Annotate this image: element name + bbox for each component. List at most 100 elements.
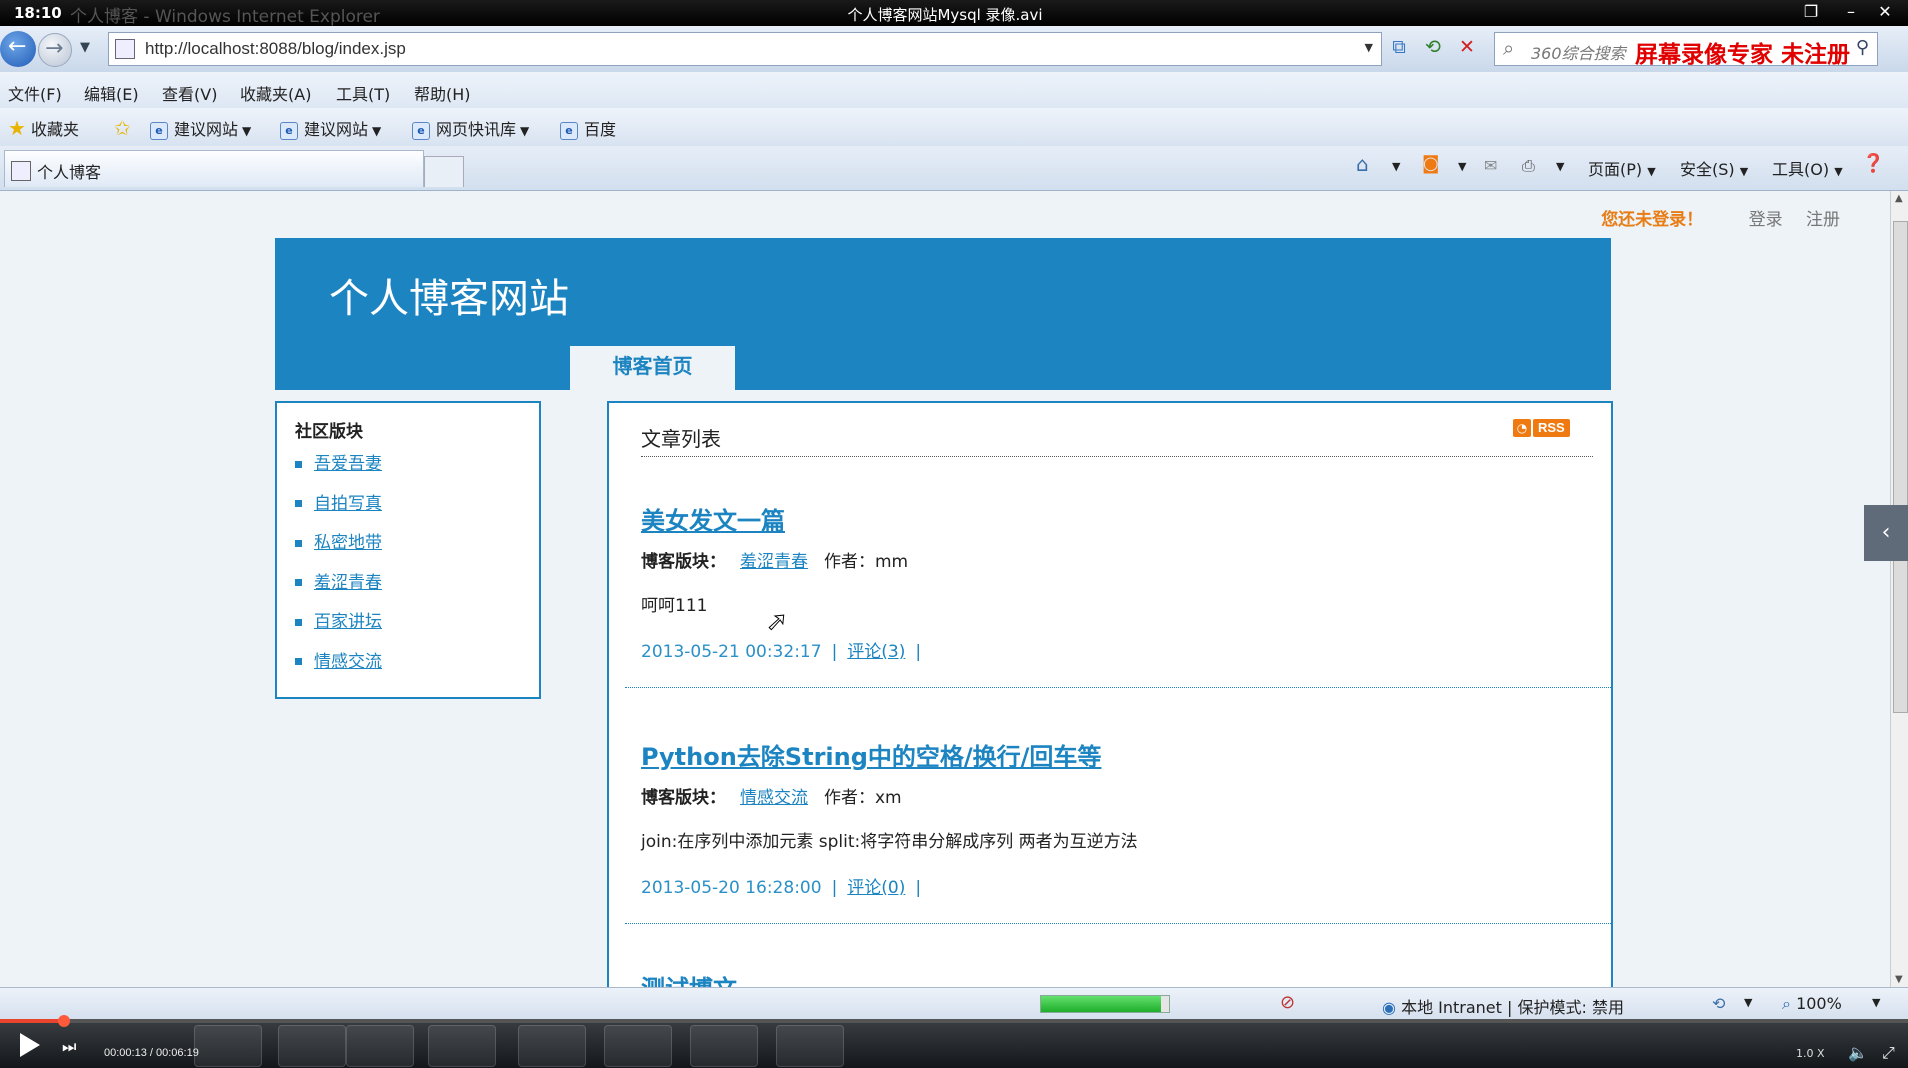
history-dropdown-icon[interactable]: ▼ [80,40,90,55]
forward-button[interactable]: → [38,33,72,67]
ie-icon: e [150,121,168,140]
site-title: 个人博客网站 [329,276,569,322]
compatibility-view-icon[interactable]: ⧉ [1386,34,1412,60]
safety-menu[interactable]: 安全(S) ▼ [1680,156,1748,180]
feeds-icon[interactable]: ◙ [1422,153,1439,174]
fav-item-label: 百度 [584,120,617,139]
player-side-panel-toggle[interactable]: ‹ [1864,505,1908,561]
zoom-dropdown-icon[interactable]: ▼ [1872,996,1880,1009]
register-link[interactable]: 注册 [1806,210,1840,230]
fav-item-suggested-2[interactable]: e 建议网站 ▼ [280,116,381,140]
board-link[interactable]: 羞涩青春 [740,552,808,572]
taskbar-app-icon [604,1025,672,1067]
security-zone[interactable]: ◉ 本地 Intranet | 保护模式: 禁用 [1382,994,1624,1018]
url-text[interactable]: http://localhost:8088/blog/index.jsp [145,39,406,59]
new-tab-button[interactable] [424,156,464,187]
volume-icon[interactable]: 🔈 [1848,1043,1868,1062]
fav-item-webslice[interactable]: e 网页快讯库 ▼ [412,116,529,140]
sidebar-link[interactable]: 羞涩青春 [314,573,382,593]
page-menu[interactable]: 页面(P) ▼ [1588,156,1656,180]
close-icon[interactable]: ✕ [1870,2,1900,24]
feeds-dropdown-icon[interactable]: ▼ [1458,160,1466,173]
tab-personal-blog[interactable]: 个人博客 [4,150,424,187]
comments-link[interactable]: 评论(0) [847,878,905,898]
search-go-icon[interactable]: ⚲ [1856,37,1869,58]
sidebar-link[interactable]: 情感交流 [314,652,382,672]
chevron-down-icon: ▼ [372,124,382,138]
zoom-label: 100% [1796,994,1842,1013]
favorites-button[interactable]: ★ 收藏夹 [8,116,79,140]
chevron-down-icon: ▼ [1647,165,1656,178]
sidebar-link[interactable]: 百家讲坛 [314,612,382,632]
board-link[interactable]: 情感交流 [740,788,808,808]
tools-menu-label: 工具(O) [1772,160,1830,179]
menu-edit[interactable]: 编辑(E) [84,81,139,105]
menu-favorites[interactable]: 收藏夹(A) [240,81,311,105]
menu-help[interactable]: 帮助(H) [414,81,471,105]
protected-mode-icon[interactable]: ⟲ [1712,994,1725,1013]
sidebar-item: 吾爱吾妻 [295,449,382,489]
bullet-icon [295,579,302,586]
stop-icon[interactable]: ✕ [1454,34,1480,60]
board-label: 博客版块： [641,552,726,572]
sidebar-item: 私密地带 [295,528,382,568]
article-title-link[interactable]: 美女发文一篇 [641,507,785,535]
zone-label: 本地 Intranet | 保护模式: 禁用 [1401,998,1624,1017]
play-icon[interactable] [20,1033,40,1057]
bullet-icon [295,618,302,626]
minimize-icon[interactable]: – [1836,2,1866,24]
fullscreen-icon[interactable]: ⤢ [1882,1043,1895,1063]
scroll-up-icon[interactable]: ▲ [1895,193,1903,204]
vertical-scrollbar[interactable]: ▲ ▼ [1890,191,1908,987]
seek-knob[interactable] [58,1015,70,1027]
nav-tab-blog-home[interactable]: 博客首页 [570,346,735,390]
print-dropdown-icon[interactable]: ▼ [1556,160,1564,173]
seek-bar[interactable] [0,1015,1908,1027]
help-icon[interactable]: ❓ [1862,153,1884,174]
author-label: 作者： [824,552,875,572]
scrollbar-thumb[interactable] [1893,221,1908,713]
article-title-link[interactable]: Python去除String中的空格/换行/回车等 [641,743,1101,771]
sidebar-link[interactable]: 自拍写真 [314,494,382,514]
rss-button[interactable]: ◔ RSS [1513,419,1570,439]
search-box[interactable]: ⌕ 360综合搜索 屏幕录像专家 未注册 ⚲ [1494,32,1878,68]
search-placeholder[interactable]: 360综合搜索 [1531,40,1626,64]
article-item: 测试博文 [641,969,1611,987]
fav-item-label: 网页快讯库 [436,120,517,139]
address-dropdown-icon[interactable]: ▼ [1365,41,1373,54]
tools-menu[interactable]: 工具(O) ▼ [1772,156,1843,180]
recorder-watermark: 屏幕录像专家 未注册 [1635,42,1851,68]
home-icon[interactable]: ⌂ [1356,152,1369,176]
add-favorite-icon[interactable]: ✩ [114,116,131,140]
fav-item-baidu[interactable]: e 百度 [560,116,616,140]
fav-item-suggested-1[interactable]: e 建议网站 ▼ [150,116,251,140]
menu-view[interactable]: 查看(V) [162,81,217,105]
back-button[interactable]: ← [0,31,36,67]
sidebar-link[interactable]: 吾爱吾妻 [314,454,382,474]
favorites-label: 收藏夹 [31,120,80,139]
address-bar[interactable]: http://localhost:8088/blog/index.jsp ▼ [108,32,1382,66]
article-item: Python去除String中的空格/换行/回车等 博客版块： 情感交流 作者：xm… [625,737,1611,924]
home-dropdown-icon[interactable]: ▼ [1392,160,1400,173]
forward-arrow-icon: → [45,36,64,61]
sidebar-link[interactable]: 私密地带 [314,533,382,553]
scroll-down-icon[interactable]: ▼ [1895,974,1903,985]
login-link[interactable]: 登录 [1749,210,1783,230]
popup-blocker-icon[interactable]: ⊘ [1280,992,1295,1013]
article-title-link[interactable]: 测试博文 [641,975,737,987]
print-icon[interactable]: ⎙ [1522,156,1535,176]
refresh-icon[interactable]: ⟲ [1420,34,1446,60]
article-item: 美女发文一篇 博客版块： 羞涩青春 作者：mm 呵呵111 2013-05-21 0… [625,501,1611,688]
next-icon[interactable]: ⏭ [62,1037,76,1057]
playback-speed[interactable]: 1.0 X [1796,1047,1825,1060]
zoom-level[interactable]: ⌕ 100% [1782,994,1842,1014]
mail-icon[interactable]: ✉ [1484,156,1497,175]
chevron-down-icon: ▼ [520,124,530,138]
chevron-down-icon[interactable]: ▼ [1744,996,1752,1009]
comments-link[interactable]: 评论(3) [847,642,905,662]
menu-tools[interactable]: 工具(T) [336,81,390,105]
page-icon [11,161,31,181]
restore-icon[interactable]: ❐ [1796,2,1826,24]
taskbar-app-icon [518,1025,586,1067]
menu-file[interactable]: 文件(F) [8,81,62,105]
